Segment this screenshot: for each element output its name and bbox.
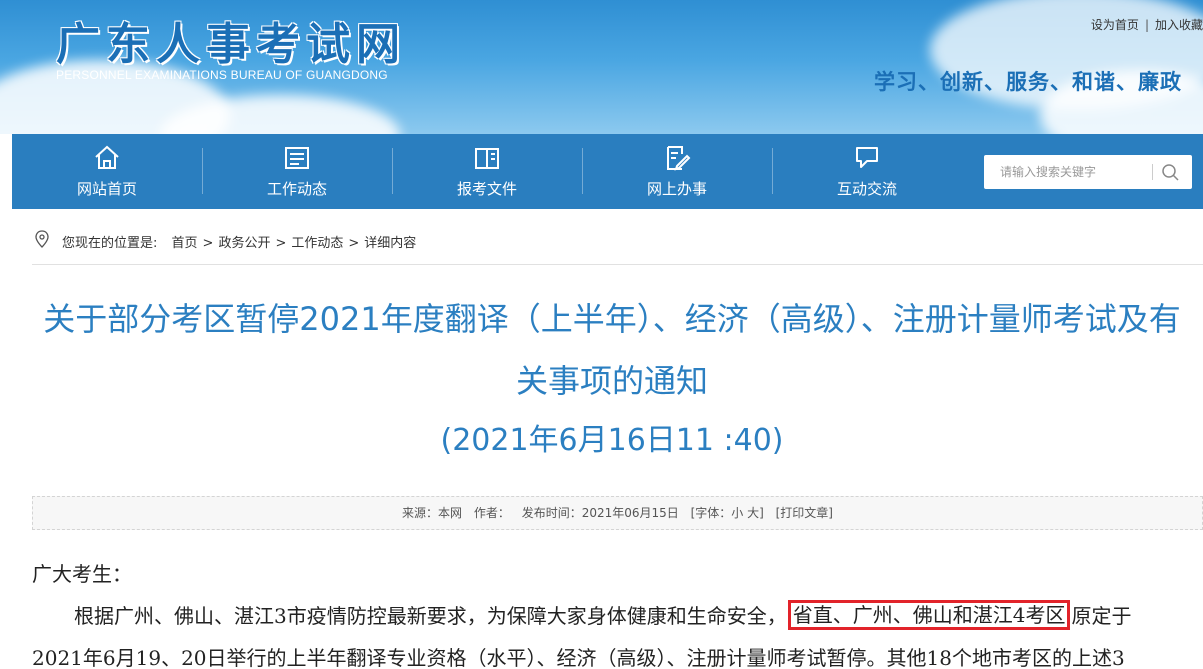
search-icon[interactable] <box>1160 162 1182 182</box>
print-article-link[interactable]: [打印文章] <box>776 506 833 520</box>
breadcrumb-gov-affairs[interactable]: 政务公开 <box>218 236 270 251</box>
add-favorite-link[interactable]: 加入收藏 <box>1155 18 1203 32</box>
breadcrumb-prefix: 您现在的位置是: <box>62 236 158 251</box>
meta-published: 发布时间：2021年06月15日 <box>521 506 679 520</box>
site-logo-english: PERSONNEL EXAMINATIONS BUREAU OF GUANGDO… <box>56 68 388 82</box>
site-slogan: 学习、创新、服务、和谐、廉政 <box>874 70 1182 94</box>
set-homepage-link[interactable]: 设为首页 <box>1091 18 1139 32</box>
nav-label: 网上办事 <box>646 180 707 198</box>
link-separator: | <box>1144 18 1149 32</box>
main-nav: 网站首页 工作动态 报考文件 网上办事 互动交流 请输入搜索关键字 <box>12 134 1203 209</box>
paragraph-text: 根据广州、佛山、湛江3市疫情防控最新要求，为保障大家身体健康和生命安全， <box>74 604 787 628</box>
search-divider <box>1152 164 1153 180</box>
highlighted-text: 省直、广州、佛山和湛江4考区 <box>787 600 1071 630</box>
meta-source: 来源：本网 <box>402 506 463 520</box>
document-icon <box>475 148 499 169</box>
nav-item-home[interactable]: 网站首页 <box>12 134 202 209</box>
nav-item-news[interactable]: 工作动态 <box>202 134 392 209</box>
article-meta: 来源：本网 作者： 发布时间：2021年06月15日 [字体：小 大] [打印文… <box>32 496 1203 530</box>
site-logo[interactable]: 广东人事考试网 <box>56 8 406 72</box>
paragraph-text: 原定于 <box>1071 604 1132 628</box>
breadcrumb-sep: > <box>275 236 287 251</box>
location-pin-icon <box>35 230 49 248</box>
nav-item-interaction[interactable]: 互动交流 <box>772 134 962 209</box>
article-date: (2021年6月16日11 :40) <box>440 423 784 458</box>
top-links: 设为首页 | 加入收藏 <box>1091 16 1203 33</box>
chat-icon <box>856 147 878 168</box>
nav-label: 工作动态 <box>266 180 327 198</box>
nav-label: 报考文件 <box>456 180 517 198</box>
breadcrumb-work-news[interactable]: 工作动态 <box>291 236 343 251</box>
article-title: 关于部分考区暂停2021年度翻译（上半年）、经济（高级）、注册计量师考试及有关事… <box>43 300 1181 400</box>
nav-item-online-services[interactable]: 网上办事 <box>582 134 772 209</box>
breadcrumb-sep: > <box>202 236 214 251</box>
breadcrumb-sep: > <box>348 236 360 251</box>
home-icon <box>95 145 119 169</box>
breadcrumb-current: 详细内容 <box>364 236 417 251</box>
news-icon <box>285 147 309 169</box>
nav-label: 网站首页 <box>76 180 137 198</box>
search-box <box>984 155 1192 189</box>
article-paragraph: 根据广州、佛山、湛江3市疫情防控最新要求，为保障大家身体健康和生命安全， 省直、广… <box>74 600 1132 630</box>
edit-icon <box>667 146 691 171</box>
font-size-toggle[interactable]: [字体：小 大] <box>691 506 764 520</box>
divider <box>32 264 1203 265</box>
search-input[interactable] <box>984 155 1152 189</box>
breadcrumb-home[interactable]: 首页 <box>172 236 198 251</box>
article-paragraph: 2021年6月19、20日举行的上半年翻译专业资格（水平）、经济（高级）、注册计… <box>32 646 1125 669</box>
meta-author: 作者： <box>473 506 510 520</box>
site-header: 广东人事考试网 PERSONNEL EXAMINATIONS BUREAU OF… <box>0 0 1203 134</box>
nav-label: 互动交流 <box>836 180 897 198</box>
article-greeting: 广大考生： <box>32 562 132 586</box>
nav-item-documents[interactable]: 报考文件 <box>392 134 582 209</box>
